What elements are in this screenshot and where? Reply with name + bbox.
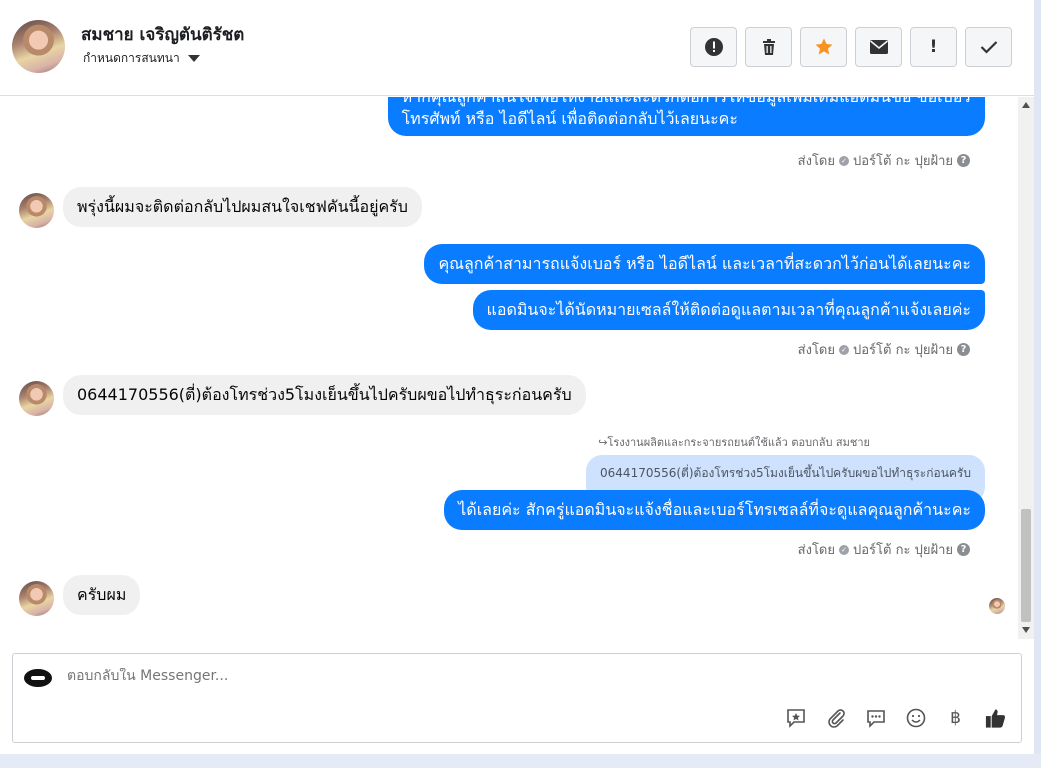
sent-by-label: ส่งโดย — [797, 154, 835, 169]
message-text: โทรศัพท์ หรือ ไอดีไลน์ เพื่อติดต่อกลับไว… — [401, 109, 738, 128]
done-button[interactable] — [965, 27, 1012, 67]
thumbs-up-icon[interactable] — [984, 706, 1007, 729]
sent-by-line: ส่งโดย ✓ ปอร์โต้ กะ ปุยฝ้าย ? — [798, 150, 970, 171]
sent-by-line: ส่งโดย ✓ ปอร์โต้ กะ ปุยฝ้าย ? — [798, 339, 970, 360]
exclamation-icon: ! — [929, 37, 938, 57]
outgoing-message[interactable]: แอดมินจะได้นัดหมายเซลล์ให้ติดต่อดูแลตามเ… — [472, 290, 985, 330]
incoming-message[interactable]: ครับผม — [63, 575, 141, 615]
message-scrollbar[interactable] — [1018, 97, 1034, 639]
sender-name: ปอร์โต้ กะ ปุยฝ้าย — [853, 154, 953, 169]
header-toolbar: ! — [690, 27, 1012, 67]
sender-name: ปอร์โต้ กะ ปุยฝ้าย — [853, 343, 953, 358]
incoming-message[interactable]: พรุ่งนี้ผมจะติดต่อกลับไปผมสนใจเชฟคันนี้อ… — [63, 187, 422, 227]
scroll-down-arrow-icon[interactable] — [1022, 627, 1030, 633]
help-icon[interactable]: ? — [957, 154, 970, 167]
contact-name[interactable]: สมชาย เจริญตันติรัชต — [81, 21, 244, 48]
message-list: หากคุณลูกค้าสนใจเพื่อให้ง่ายและสะดวกต่อก… — [0, 97, 1018, 639]
chevron-down-icon — [187, 55, 200, 62]
contact-avatar-small — [19, 193, 54, 228]
sender-name: ปอร์โต้ กะ ปุยฝ้าย — [853, 543, 953, 558]
assign-conversation-dropdown[interactable]: กำหนดการสนทนา — [83, 49, 200, 68]
reply-input[interactable] — [67, 668, 967, 684]
follow-up-button[interactable]: ! — [910, 27, 957, 67]
verified-icon: ✓ — [839, 544, 849, 555]
help-icon[interactable]: ? — [957, 343, 970, 356]
contact-avatar[interactable] — [12, 20, 65, 73]
message-text: หากคุณลูกค้าสนใจเพื่อให้ง่ายและสะดวกต่อก… — [402, 97, 971, 108]
contact-avatar-small — [19, 581, 54, 616]
baht-icon[interactable]: ฿ — [944, 706, 967, 729]
outgoing-message[interactable]: คุณลูกค้าสามารถแจ้งเบอร์ หรือ ไอดีไลน์ แ… — [424, 244, 985, 284]
trash-icon — [762, 39, 775, 55]
chat-bubble-icon[interactable] — [864, 706, 887, 729]
checkmark-icon — [980, 41, 997, 54]
outgoing-message[interactable]: หากคุณลูกค้าสนใจเพื่อให้ง่ายและสะดวกต่อก… — [387, 97, 985, 136]
assign-label: กำหนดการสนทนา — [83, 51, 180, 65]
paperclip-icon[interactable] — [824, 706, 847, 729]
outgoing-message[interactable]: ได้เลยค่ะ สักครู่แอดมินจะแจ้งชื่อและเบอร… — [444, 490, 985, 530]
verified-icon: ✓ — [839, 155, 849, 166]
incoming-message[interactable]: 0644170556(ตี่)ต้องโทรช่วง5โมงเย็นขึ้นไป… — [63, 375, 586, 415]
seen-indicator-avatar — [989, 598, 1005, 614]
sent-by-label: ส่งโดย — [797, 543, 835, 558]
spam-button[interactable] — [690, 27, 737, 67]
star-button[interactable] — [800, 27, 847, 67]
conversation-header: สมชาย เจริญตันติรัชต กำหนดการสนทนา ! — [0, 0, 1034, 96]
scroll-up-arrow-icon[interactable] — [1022, 102, 1030, 108]
alert-circle-icon — [704, 38, 723, 56]
window-bottom-edge — [0, 754, 1041, 768]
sent-by-label: ส่งโดย — [797, 343, 835, 358]
conversation-panel: สมชาย เจริญตันติรัชต กำหนดการสนทนา ! โทร… — [0, 0, 1034, 768]
scroll-thumb[interactable] — [1021, 509, 1031, 622]
verified-icon: ✓ — [839, 344, 849, 355]
contact-avatar-small — [19, 381, 54, 416]
emoji-icon[interactable] — [904, 706, 927, 729]
reply-context: ↪โรงงานผลิตและกระจายรถยนต์ใช้แล้ว ตอบกลั… — [598, 436, 870, 449]
saved-reply-icon[interactable] — [784, 706, 807, 729]
reply-composer: ฿ — [12, 653, 1022, 743]
page-logo — [24, 669, 52, 687]
mark-unread-button[interactable] — [855, 27, 902, 67]
star-icon — [815, 38, 832, 55]
sent-by-line: ส่งโดย ✓ ปอร์โต้ กะ ปุยฝ้าย ? — [798, 539, 970, 560]
help-icon[interactable]: ? — [957, 543, 970, 556]
envelope-icon — [869, 40, 888, 54]
delete-button[interactable] — [745, 27, 792, 67]
composer-toolbar: ฿ — [784, 706, 1007, 729]
window-edge — [1034, 0, 1041, 768]
